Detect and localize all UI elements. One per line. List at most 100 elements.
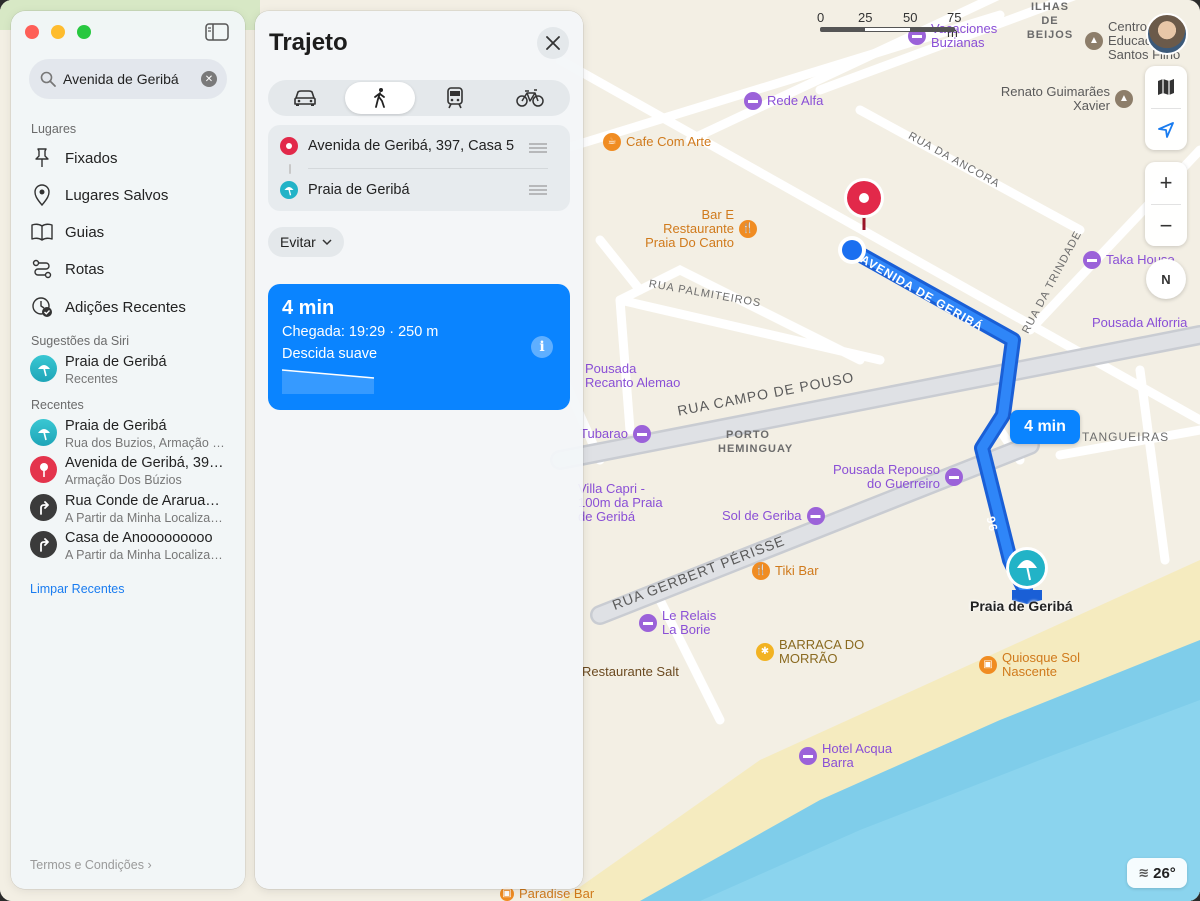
- zoom-controls: + −: [1145, 162, 1187, 246]
- minimize-window-button[interactable]: [51, 25, 65, 39]
- avoid-dropdown[interactable]: Evitar: [268, 227, 344, 257]
- search-input[interactable]: [63, 71, 189, 87]
- location-icon: [31, 184, 53, 206]
- recent-item[interactable]: Rua Conde de Araruama A Partir da Minha L…: [30, 492, 230, 526]
- chevron-down-icon: [322, 238, 332, 245]
- route-terrain: Descida suave: [282, 346, 378, 362]
- poi-quiosque-sol[interactable]: ▣ Quiosque Sol Nascente: [979, 651, 1102, 679]
- route-arrival: Chegada: 19:29 · 250 m: [282, 324, 439, 340]
- recent-item[interactable]: Avenida de Geribá, 397, Casa 5Armação Do…: [30, 454, 230, 488]
- close-directions-button[interactable]: [537, 27, 569, 59]
- directions-icon: [30, 531, 57, 558]
- search-field[interactable]: ✕: [29, 59, 227, 99]
- fork-knife-icon: 🍴: [739, 220, 757, 238]
- destination-label: Praia de Geribá: [970, 598, 1073, 614]
- bed-icon: ▬: [799, 747, 817, 765]
- zoom-in-button[interactable]: +: [1145, 162, 1187, 204]
- zoom-out-button[interactable]: −: [1145, 205, 1187, 246]
- clear-search-icon[interactable]: ✕: [201, 71, 217, 87]
- section-siri-label: Sugestões da Siri: [31, 334, 129, 348]
- clear-recents-link[interactable]: Limpar Recentes: [30, 582, 125, 596]
- sidebar-toggle-icon[interactable]: [205, 23, 229, 41]
- close-window-button[interactable]: [25, 25, 39, 39]
- wind-icon: ≋: [1138, 865, 1150, 880]
- route-option-card[interactable]: 4 min Chegada: 19:29 · 250 m Descida sua…: [268, 284, 570, 410]
- route-icon: [31, 258, 53, 280]
- clock-check-icon: [31, 296, 53, 318]
- minus-icon: −: [1159, 212, 1173, 238]
- area-ilhas-beijos: ILHAS DE BEIJOS: [1026, 1, 1074, 41]
- sidebar-item-routes[interactable]: Rotas: [31, 255, 104, 283]
- route-duration: 4 min: [282, 297, 335, 319]
- poi-tiki-bar[interactable]: 🍴 Tiki Bar: [752, 562, 819, 580]
- reorder-handle-icon[interactable]: [528, 185, 548, 195]
- info-icon[interactable]: i: [531, 336, 553, 358]
- map-mode-controls: [1145, 66, 1187, 150]
- poi-restaurante-salt[interactable]: Restaurante Salt: [582, 665, 679, 679]
- bed-icon: ▬: [945, 468, 963, 486]
- bed-icon: ▬: [632, 425, 651, 443]
- poi-villa-capri[interactable]: Villa Capri - 100m da Praia de Geribá: [578, 482, 670, 524]
- transport-mode-selector: [268, 80, 570, 116]
- recent-item[interactable]: Praia de Geribá Rua dos Buzios, Armação d…: [30, 417, 230, 451]
- bike-icon: [516, 89, 544, 107]
- reorder-handle-icon[interactable]: [528, 143, 548, 153]
- poi-bar-praia-canto[interactable]: 🍴 Bar E Restaurante Praia Do Canto: [632, 208, 757, 250]
- map-type-button[interactable]: [1145, 66, 1187, 108]
- directions-icon: [30, 494, 57, 521]
- compass-button[interactable]: N: [1146, 259, 1186, 299]
- fork-knife-icon: 🍴: [752, 562, 770, 580]
- location-arrow-icon: [1158, 121, 1174, 138]
- poi-le-relais[interactable]: ▬ Le Relais La Borie: [639, 609, 732, 637]
- recent-item[interactable]: Casa de Anooooooooo A Partir da Minha Loc…: [30, 529, 230, 563]
- maps-window: RUA CAMPO DE POUSO RUA GERBERT PÉRISSE A…: [0, 0, 1200, 901]
- coffee-icon: ☕: [603, 133, 621, 151]
- poi-tubarao[interactable]: ▬ Tubarao: [580, 425, 651, 443]
- sidebar-item-recent-additions[interactable]: Adições Recentes: [31, 293, 186, 321]
- current-location-button[interactable]: [1145, 109, 1187, 150]
- siri-suggestion-item[interactable]: Praia de Geribá Recentes: [30, 353, 230, 387]
- poi-cafe-com-arte[interactable]: ☕ Cafe Com Arte: [603, 133, 711, 151]
- train-icon: [447, 87, 463, 109]
- zoom-window-button[interactable]: [77, 25, 91, 39]
- bed-icon: ▬: [1083, 251, 1101, 269]
- beach-icon: [280, 181, 298, 199]
- school-icon: ▲: [1115, 90, 1133, 108]
- cup-icon: ▣: [979, 656, 997, 674]
- weather-badge[interactable]: ≋ 26°: [1127, 858, 1187, 888]
- terms-link[interactable]: Termos e Condições ›: [30, 858, 152, 872]
- area-porto-heminguay: PORTO HEMINGUAY: [718, 429, 794, 455]
- mode-car-button[interactable]: [270, 82, 340, 114]
- destination-stop[interactable]: Praia de Geribá: [280, 181, 410, 199]
- map-icon: [1158, 79, 1174, 95]
- beach-icon: [30, 355, 57, 382]
- poi-barraca-morrao[interactable]: ✱ BARRACA DO MORRÃO: [756, 638, 869, 666]
- sidebar-item-pinned[interactable]: Fixados: [31, 144, 118, 172]
- poi-rede-alfa[interactable]: ▬ Rede Alfa: [744, 92, 823, 110]
- poi-renato-guimaraes[interactable]: ▲ Renato Guimarães Xavier: [985, 85, 1133, 113]
- pin-icon: [280, 137, 298, 155]
- car-icon: [294, 90, 316, 106]
- poi-hotel-acqua[interactable]: ▬ Hotel Acqua Barra: [799, 742, 912, 770]
- poi-sol-de-geriba[interactable]: ▬ Sol de Geriba: [722, 507, 825, 525]
- search-icon: [40, 71, 56, 87]
- sidebar-item-saved-places[interactable]: Lugares Salvos: [31, 181, 168, 209]
- poi-paradise-bar[interactable]: ▣ Paradise Bar: [500, 887, 594, 901]
- mode-bike-button[interactable]: [495, 82, 565, 114]
- chevron-right-icon: ›: [147, 858, 152, 872]
- route-eta-bubble[interactable]: 4 min: [1010, 410, 1080, 444]
- origin-stop[interactable]: Avenida de Geribá, 397, Casa 5: [280, 137, 528, 155]
- bed-icon: ▬: [744, 92, 762, 110]
- mode-walk-button[interactable]: [345, 82, 415, 114]
- close-icon: [546, 36, 560, 50]
- poi-recanto-alemao[interactable]: Pousada Recanto Alemao: [585, 362, 685, 390]
- poi-pousada-alforria[interactable]: Pousada Alforria: [1092, 316, 1187, 330]
- mode-transit-button[interactable]: [420, 82, 490, 114]
- street-mangueiras: TANGUEIRAS: [1082, 430, 1170, 444]
- sidebar-item-guides[interactable]: Guias: [31, 218, 104, 246]
- user-avatar[interactable]: [1146, 13, 1188, 55]
- cup-icon: ▣: [500, 887, 514, 901]
- poi-repouso-guerreiro[interactable]: ▬ Pousada Repouso do Guerreiro: [818, 463, 963, 491]
- beach-icon: [30, 419, 57, 446]
- pin-icon: [31, 147, 53, 169]
